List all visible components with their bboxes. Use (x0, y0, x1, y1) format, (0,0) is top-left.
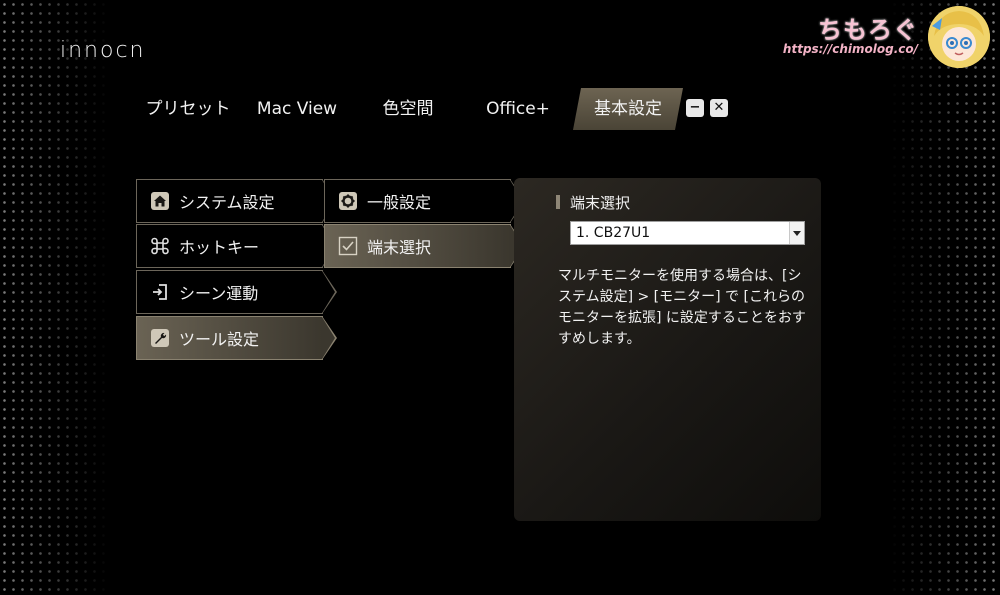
submenu-item-label: 端末選択 (367, 238, 432, 257)
watermark: ちもろぐ https://chimolog.co/ (783, 6, 992, 68)
sidebar-item-system-settings[interactable]: システム設定 (136, 179, 337, 223)
home-icon (149, 190, 171, 212)
device-selection-panel: 端末選択 1. CB27U1 マルチモニターを使用する場合は、[システム設定] … (514, 178, 821, 521)
tab-color-space[interactable]: 色空間 (366, 88, 450, 130)
submenu-item-label: 一般設定 (367, 193, 432, 212)
submenu-item-general-settings[interactable]: 一般設定 (324, 179, 525, 223)
sign-in-icon (149, 281, 171, 303)
tab-basic-settings[interactable]: 基本設定 (573, 88, 683, 130)
checkbox-icon (337, 235, 359, 257)
close-button[interactable]: ✕ (710, 99, 728, 117)
sidebar-item-tool-settings[interactable]: ツール設定 (136, 316, 337, 360)
decorative-dot-pattern-left (0, 0, 110, 595)
watermark-title: ちもろぐ (818, 16, 918, 44)
tab-mac-view[interactable]: Mac View (248, 88, 346, 130)
tab-preset[interactable]: プリセット (138, 88, 238, 130)
sidebar-item-label: ホットキー (179, 238, 260, 257)
chevron-down-icon[interactable] (789, 222, 804, 244)
sidebar-item-label: ツール設定 (179, 330, 260, 349)
device-select[interactable]: 1. CB27U1 (570, 221, 805, 245)
app-logo: innocn (60, 38, 146, 63)
sidebar-item-label: シーン運動 (179, 284, 259, 303)
title-accent-bar (556, 195, 560, 209)
panel-description: マルチモニターを使用する場合は、[システム設定] > [モニター] で [これら… (558, 268, 806, 347)
minimize-button[interactable]: − (686, 99, 704, 117)
sidebar-item-scene-motion[interactable]: シーン運動 (136, 270, 337, 314)
watermark-avatar (928, 6, 990, 68)
panel-title: 端末選択 (570, 194, 631, 212)
command-key-icon (149, 235, 171, 257)
sidebar-item-hotkeys[interactable]: ホットキー (136, 224, 337, 268)
gear-icon (337, 190, 359, 212)
wrench-icon (149, 327, 171, 349)
submenu-item-device-selection[interactable]: 端末選択 (324, 224, 525, 268)
watermark-url: https://chimolog.co/ (782, 42, 918, 56)
sidebar-item-label: システム設定 (179, 193, 275, 212)
tab-office-plus[interactable]: Office+ (474, 88, 562, 130)
device-select-value: 1. CB27U1 (576, 225, 651, 241)
decorative-dot-pattern-right (890, 0, 1000, 595)
